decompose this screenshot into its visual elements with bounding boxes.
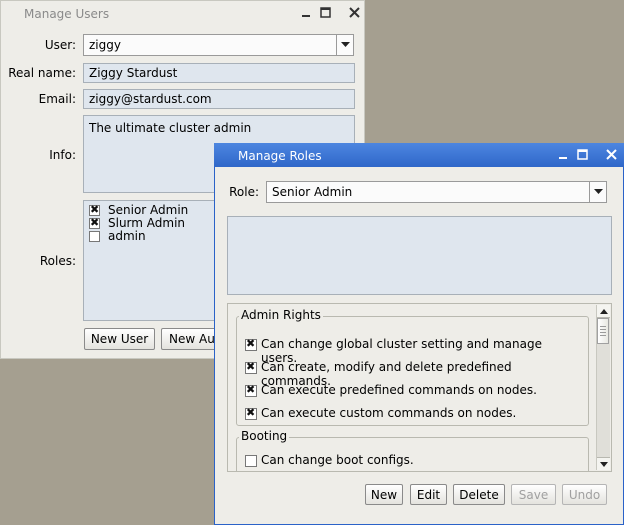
manage-users-title: Manage Users	[24, 7, 110, 21]
realname-field[interactable]: Ziggy Stardust	[83, 63, 355, 83]
booting-group: Booting Can change boot configs.	[236, 429, 589, 471]
user-select[interactable]: ziggy	[83, 34, 354, 56]
chevron-down-icon[interactable]	[589, 182, 606, 202]
list-item[interactable]: Slurm Admin	[84, 216, 224, 230]
user-label: User:	[44, 38, 76, 52]
list-item[interactable]: Can change global cluster setting and ma…	[237, 337, 577, 365]
list-item[interactable]: admin	[84, 229, 224, 243]
manage-roles-window: Manage Roles Role: Senior Admin Admin Ri…	[214, 143, 624, 525]
manage-roles-title: Manage Roles	[238, 149, 322, 163]
realname-label: Real name:	[8, 66, 76, 80]
permission-checkbox[interactable]	[245, 360, 257, 374]
email-field[interactable]: ziggy@stardust.com	[83, 89, 355, 109]
delete-button[interactable]: Delete	[453, 484, 505, 505]
permission-label: Can execute predefined commands on nodes…	[261, 383, 537, 397]
maximize-icon[interactable]	[574, 146, 590, 162]
permission-checkbox[interactable]	[245, 337, 257, 351]
role-label: admin	[108, 229, 146, 243]
group-title: Admin Rights	[239, 308, 323, 322]
new-button[interactable]: New	[365, 484, 403, 505]
chevron-down-icon[interactable]	[336, 35, 353, 55]
role-label: Senior Admin	[108, 203, 189, 217]
info-label: Info:	[49, 148, 76, 162]
vertical-scrollbar[interactable]	[596, 305, 610, 470]
close-icon[interactable]	[603, 146, 619, 162]
admin-rights-group: Admin Rights Can change global cluster s…	[236, 308, 589, 426]
permission-checkbox[interactable]	[245, 455, 257, 467]
role-label: Role:	[229, 185, 259, 199]
manage-roles-titlebar[interactable]: Manage Roles	[214, 143, 624, 167]
close-icon[interactable]	[346, 4, 362, 20]
scroll-thumb[interactable]	[597, 318, 609, 344]
role-checkbox-senior-admin[interactable]	[89, 203, 100, 217]
maximize-icon[interactable]	[317, 4, 333, 20]
new-auth-button-label: New Aut	[169, 332, 220, 346]
role-checkbox-admin[interactable]	[89, 231, 100, 242]
new-user-button[interactable]: New User	[84, 328, 155, 350]
scroll-down-icon[interactable]	[597, 457, 610, 470]
minimize-icon[interactable]	[298, 4, 314, 20]
role-select[interactable]: Senior Admin	[266, 181, 607, 203]
scroll-up-icon[interactable]	[597, 305, 610, 318]
email-label: Email:	[38, 92, 76, 106]
permission-label: Can change boot configs.	[261, 453, 414, 467]
permission-checkbox[interactable]	[245, 406, 257, 420]
list-item[interactable]: Can execute custom commands on nodes.	[237, 406, 577, 420]
role-checkbox-slurm-admin[interactable]	[89, 216, 100, 230]
user-select-value: ziggy	[89, 38, 121, 52]
role-select-value: Senior Admin	[272, 185, 353, 199]
save-button[interactable]: Save	[511, 484, 556, 505]
list-item[interactable]: Can change boot configs.	[237, 453, 577, 467]
roles-label: Roles:	[39, 254, 76, 268]
edit-button[interactable]: Edit	[410, 484, 447, 505]
role-description-field[interactable]	[227, 216, 612, 295]
permissions-scroll-area[interactable]: Admin Rights Can change global cluster s…	[227, 303, 612, 472]
permission-checkbox[interactable]	[245, 383, 257, 397]
group-title: Booting	[239, 429, 290, 443]
minimize-icon[interactable]	[555, 146, 571, 162]
manage-users-titlebar[interactable]: Manage Users	[1, 1, 364, 25]
undo-button[interactable]: Undo	[562, 484, 607, 505]
permission-label: Can execute custom commands on nodes.	[261, 406, 517, 420]
role-label: Slurm Admin	[108, 216, 186, 230]
list-item[interactable]: Can execute predefined commands on nodes…	[237, 383, 577, 397]
list-item[interactable]: Can create, modify and delete predefined…	[237, 360, 577, 388]
